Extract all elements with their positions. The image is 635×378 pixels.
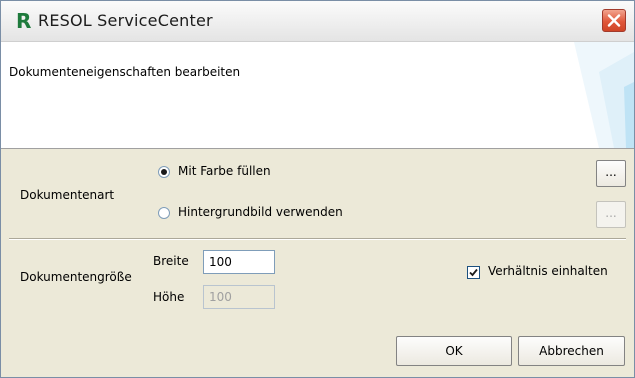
header-separator [1, 148, 634, 149]
checkmark-icon [469, 268, 478, 277]
section-separator [9, 238, 626, 240]
option-fill-color-label[interactable]: Mit Farbe füllen [178, 164, 271, 178]
width-label: Breite [153, 254, 189, 268]
option-background-image-label[interactable]: Hintergrundbild verwenden [178, 205, 343, 219]
dialog-window: R RESOL ServiceCenter Dokumenteneigensch… [0, 0, 635, 378]
radio-fill-color[interactable] [158, 166, 170, 178]
browse-image-button[interactable]: ... [596, 201, 626, 228]
close-icon [607, 14, 621, 27]
radio-background-image[interactable] [158, 207, 170, 219]
document-type-label: Dokumentenart [20, 188, 115, 202]
height-input[interactable]: 100 [203, 285, 275, 309]
keep-ratio-checkbox[interactable] [467, 266, 480, 279]
window-title: RESOL ServiceCenter [38, 11, 213, 30]
document-size-label: Dokumentengröße [20, 270, 132, 284]
width-input[interactable]: 100 [203, 250, 275, 274]
ok-button[interactable]: OK [396, 336, 512, 366]
cancel-button[interactable]: Abbrechen [518, 336, 625, 366]
title-bar[interactable]: R RESOL ServiceCenter [1, 1, 634, 42]
height-label: Höhe [153, 290, 185, 304]
header-panel: Dokumenteneigenschaften bearbeiten [1, 42, 634, 148]
keep-ratio-label[interactable]: Verhältnis einhalten [488, 264, 608, 278]
radio-selected-dot [161, 169, 167, 175]
close-button[interactable] [602, 9, 626, 32]
header-title: Dokumenteneigenschaften bearbeiten [9, 65, 241, 79]
browse-color-button[interactable]: ... [596, 160, 626, 187]
app-logo-icon: R [16, 9, 32, 33]
header-decoration [574, 42, 634, 148]
